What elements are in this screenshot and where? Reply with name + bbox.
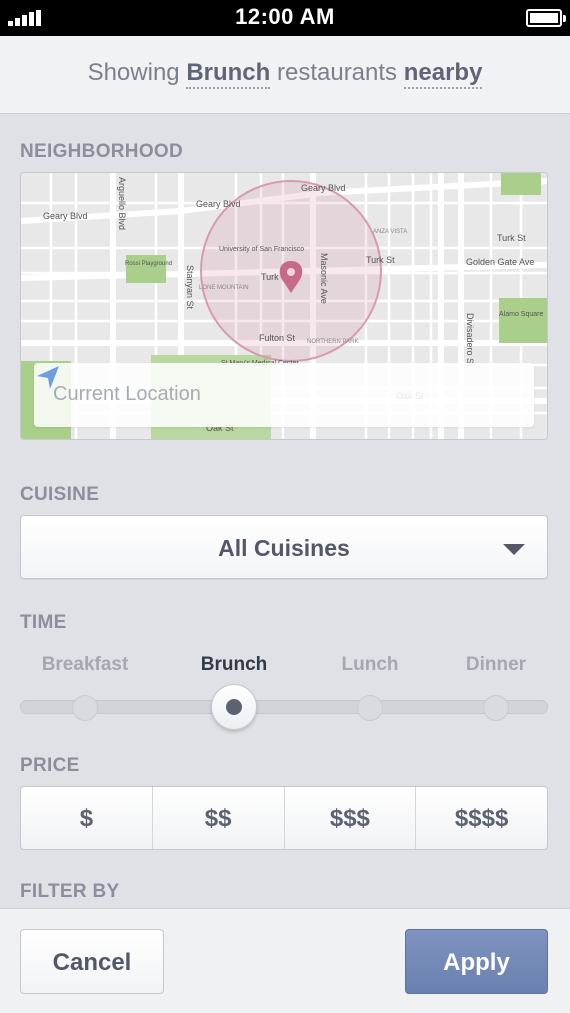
slider-stop-lunch[interactable]: [357, 695, 383, 721]
price-option-4[interactable]: $$$$: [415, 787, 547, 849]
results-summary-header: Showing Brunch restaurants nearby: [0, 36, 570, 114]
battery-icon: [526, 9, 566, 27]
slider-stop-dinner[interactable]: [483, 695, 509, 721]
map-label-fulton: Fulton St: [259, 333, 296, 343]
map-label-masonic: Masonic Ave: [319, 253, 329, 304]
price-option-2[interactable]: $$: [151, 787, 284, 849]
apply-button[interactable]: Apply: [405, 929, 548, 994]
time-slider-thumb[interactable]: [211, 684, 257, 730]
header-middle: restaurants: [276, 59, 398, 86]
time-option-lunch[interactable]: Lunch: [342, 654, 399, 676]
price-option-3[interactable]: $$$: [283, 787, 416, 849]
time-option-breakfast[interactable]: Breakfast: [42, 654, 129, 676]
map-label-northern-park: NORTHERN PARK: [307, 339, 358, 345]
header-prefix: Showing: [87, 59, 180, 86]
map-label-geary: Geary Blvd: [196, 199, 241, 209]
map-label-turk-far: Turk St: [497, 233, 526, 243]
map-label-geary-west: Geary Blvd: [43, 211, 88, 221]
map-label-stanyan: Stanyan St: [185, 265, 195, 310]
map-label-rossi: Rossi Playground: [125, 261, 172, 267]
map-label-geary-east: Geary Blvd: [301, 183, 346, 193]
map-label-golden-gate: Golden Gate Ave: [466, 257, 534, 267]
map-label-arguello: Arguello Blvd: [117, 177, 127, 230]
map-label-alamo: Alamo Square: [499, 311, 543, 318]
chevron-down-icon: [503, 544, 525, 555]
neighborhood-label: NEIGHBORHOOD: [20, 141, 183, 162]
location-selector[interactable]: nearby: [403, 59, 483, 89]
time-option-dinner[interactable]: Dinner: [466, 654, 526, 676]
neighborhood-map[interactable]: Geary Blvd Geary Blvd Geary Blvd Turk St…: [20, 172, 548, 440]
location-input[interactable]: Current Location: [53, 383, 201, 406]
slider-stop-breakfast[interactable]: [72, 695, 98, 721]
price-segmented-control: $ $$ $$$ $$$$: [20, 786, 548, 850]
status-bar: 12:00 AM: [0, 0, 570, 36]
price-option-1[interactable]: $: [21, 787, 152, 849]
category-selector[interactable]: Brunch: [186, 59, 271, 89]
current-location-field[interactable]: Current Location: [34, 363, 534, 427]
cancel-button[interactable]: Cancel: [20, 929, 164, 994]
price-label: PRICE: [20, 755, 80, 776]
cuisine-label: CUISINE: [20, 484, 100, 505]
map-label-turk-east: Turk St: [366, 255, 395, 265]
map-label-divisadero: Divisadero St: [465, 313, 475, 367]
status-time: 12:00 AM: [235, 4, 335, 29]
time-slider-track[interactable]: [20, 700, 548, 714]
cuisine-selected-value: All Cuisines: [218, 535, 350, 561]
map-label-anza-vista: ANZA VISTA: [373, 229, 407, 235]
cuisine-dropdown[interactable]: All Cuisines: [20, 515, 548, 579]
time-option-brunch[interactable]: Brunch: [201, 654, 268, 676]
filter-by-label: FILTER BY: [20, 881, 120, 902]
map-label-lone-mountain: LONE MOUNTAIN: [199, 285, 249, 291]
map-label-usf: University of San Francisco: [219, 246, 304, 253]
location-arrow-icon[interactable]: [34, 363, 62, 391]
action-bar: Cancel Apply: [0, 908, 570, 1013]
time-label: TIME: [20, 612, 67, 633]
